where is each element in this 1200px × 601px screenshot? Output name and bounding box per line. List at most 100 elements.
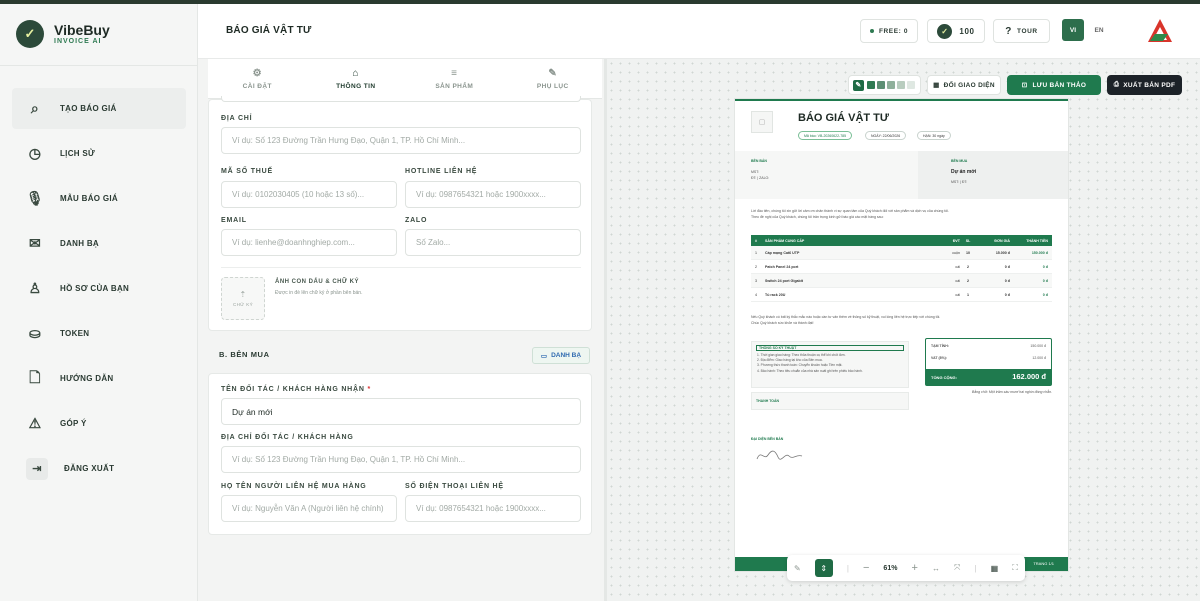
row-price: 15.000 đ — [995, 250, 1010, 255]
col-price: ĐƠN GIÁ — [994, 238, 1010, 243]
grid-view-icon[interactable]: ▦ — [991, 564, 999, 573]
book-icon: ▭ — [540, 352, 548, 360]
layout-icon: ▦ — [933, 82, 940, 89]
sidebar-item-2[interactable]: 🎙 MẪU BÁO GIÁ — [12, 178, 186, 219]
vat-value: 12.000 đ — [1032, 356, 1046, 360]
tax-code-input[interactable]: Ví dụ: 0102030405 (10 hoặc 13 số)... — [221, 181, 397, 208]
zoom-out-icon[interactable]: − — [863, 562, 869, 574]
form-tabs: ⚙ CÀI ĐẶT ⌂ THÔNG TIN ≡ SẢN PHẨM ✎ PHỤ LỤC — [208, 59, 602, 99]
contact-phone-label: SỐ ĐIỆN THOẠI LIÊN HỆ — [405, 483, 504, 490]
contacts-button[interactable]: ▭ DANH BẠ — [532, 347, 590, 364]
tab-label: CÀI ĐẶT — [242, 82, 272, 90]
export-pdf-label: XUẤT BẢN PDF — [1123, 81, 1176, 89]
sidebar-item-3[interactable]: ✉ DANH BẠ — [12, 223, 186, 264]
export-pdf-button[interactable]: ⎙ XUẤT BẢN PDF — [1107, 75, 1182, 95]
lang-en-button[interactable]: EN — [1088, 19, 1110, 41]
terms-list: 1. Thời gian giao hàng: Theo thỏa thuận … — [757, 353, 863, 374]
brand[interactable]: ✓ VibeBuy INVOICE AI — [16, 20, 110, 48]
row-qty: 1 — [967, 292, 969, 297]
zoom-in-icon[interactable]: + — [911, 562, 917, 574]
sidebar-item-6[interactable]: 🗋 HƯỚNG DẪN — [12, 358, 186, 399]
tab-3[interactable]: ✎ PHỤ LỤC — [504, 59, 603, 98]
divider — [0, 65, 198, 66]
fit-page-icon[interactable]: ⤧ — [954, 563, 960, 573]
grand-total-label: TỔNG CỘNG: — [931, 375, 957, 380]
sidebar-item-7[interactable]: ⚠ GÓP Ý — [12, 403, 186, 444]
tab-2[interactable]: ≡ SẢN PHẨM — [405, 59, 504, 98]
color-swatch[interactable] — [897, 81, 905, 89]
col-product: SẢN PHẨM CUNG CẤP — [765, 238, 805, 243]
zoom-level: 61% — [883, 564, 898, 572]
invoice-intro-2: Theo đề nghị của Quý khách, chúng tôi tr… — [751, 215, 884, 219]
sidebar-item-label: GÓP Ý — [60, 419, 87, 428]
color-swatches — [867, 81, 917, 89]
user-icon: ♙ — [28, 280, 42, 296]
token-balance-button[interactable]: ✓ 100 — [927, 19, 985, 43]
partner-name-input[interactable]: Dự án mới — [221, 398, 581, 425]
contact-person-input[interactable]: Ví dụ: Nguyễn Văn A (Người liên hệ chính… — [221, 495, 397, 522]
table-body: 1 Cáp mạng Cat6 UTP cuộn 10 15.000 đ 150.000 … — [751, 246, 1052, 302]
change-layout-label: ĐỔI GIAO DIỆN — [943, 81, 995, 89]
company-logo-icon[interactable] — [1146, 17, 1174, 45]
invoice-page: ▢ BÁO GIÁ VẬT TƯ Mã báo: VB-20260622-785… — [735, 99, 1068, 571]
color-swatch[interactable] — [887, 81, 895, 89]
email-input[interactable]: Ví dụ: lienhe@doanhnghiep.com... — [221, 229, 397, 256]
warning-icon: ⚠ — [28, 415, 42, 431]
pen-tool-icon[interactable]: ✎ — [794, 564, 801, 573]
invoice-preview-area: ✎ ▦ ĐỔI GIAO DIỆN ⊡ LƯU BẢN THẢO ⎙ XUẤT BẢN… — [604, 59, 1200, 601]
brand-name: VibeBuy — [54, 22, 110, 38]
hotline-input[interactable]: Ví dụ: 0987654321 hoặc 1900xxxx... — [405, 181, 581, 208]
terms-heading[interactable]: THÔNG SỐ KỸ THUẬT — [756, 345, 904, 351]
lang-vi-button[interactable]: VI — [1062, 19, 1084, 41]
save-draft-button[interactable]: ⊡ LƯU BẢN THẢO — [1007, 75, 1101, 95]
partner-name-label-text: TÊN ĐỐI TÁC / KHÁCH HÀNG NHẬN — [221, 386, 365, 393]
tour-button[interactable]: ? TOUR — [993, 19, 1050, 43]
change-layout-button[interactable]: ▦ ĐỔI GIAO DIỆN — [927, 75, 1001, 95]
color-swatch[interactable] — [907, 81, 915, 89]
coins-icon: ⛀ — [28, 325, 42, 341]
color-theme-picker[interactable]: ✎ — [848, 75, 921, 95]
free-credits-badge[interactable]: FREE: 0 — [860, 19, 918, 43]
buyer-panel — [918, 151, 1068, 199]
invoice-validity-badge: HẠN: 30 ngày — [917, 131, 951, 140]
sidebar-item-4[interactable]: ♙ HỒ SƠ CỦA BẠN — [12, 268, 186, 309]
fit-width-icon[interactable]: ↔ — [932, 564, 940, 573]
col-index: # — [755, 238, 757, 243]
toolbar-divider: | — [846, 563, 849, 573]
color-swatch[interactable] — [877, 81, 885, 89]
grand-total-value: 162.000 đ — [1012, 372, 1046, 381]
table-header: # SẢN PHẨM CUNG CẤP ĐVT SL ĐƠN GIÁ THÀNH… — [751, 235, 1052, 246]
pan-tool-icon[interactable]: ⇕ — [814, 559, 833, 577]
row-index: 3 — [755, 278, 757, 283]
row-index: 1 — [755, 250, 757, 255]
zalo-input[interactable]: Số Zalo... — [405, 229, 581, 256]
tax-code-label: MÃ SỐ THUẾ — [221, 168, 273, 175]
color-swatch[interactable] — [867, 81, 875, 89]
row-index: 2 — [755, 264, 757, 269]
language-switch: VI EN — [1062, 19, 1112, 43]
row-unit: cái — [955, 264, 960, 269]
tab-0[interactable]: ⚙ CÀI ĐẶT — [208, 59, 307, 98]
row-total: 0 đ — [1042, 292, 1048, 297]
col-qty: SL — [965, 238, 971, 243]
stamp-upload-button[interactable]: ⇡ CHỮ KÝ — [221, 277, 265, 320]
partner-address-input[interactable]: Ví dụ: Số 123 Đường Trần Hưng Đạo, Quận … — [221, 446, 581, 473]
contact-phone-input[interactable]: Ví dụ: 0987654321 hoặc 1900xxxx... — [405, 495, 581, 522]
invoice-title: BÁO GIÁ VẬT TƯ — [798, 112, 890, 124]
row-total: 150.000 đ — [1031, 250, 1048, 255]
token-coin-icon: ✓ — [937, 23, 953, 39]
sidebar-item-8[interactable]: ⇥ ĐĂNG XUẤT — [12, 448, 186, 489]
sidebar-item-1[interactable]: ◷ LỊCH SỬ — [12, 133, 186, 174]
sidebar-item-5[interactable]: ⛀ TOKEN — [12, 313, 186, 354]
invoice-logo-placeholder-icon[interactable]: ▢ — [751, 111, 773, 133]
sidebar-item-0[interactable]: ⌕ TẠO BÁO GIÁ — [12, 88, 186, 129]
pencil-icon: ✎ — [548, 67, 558, 79]
row-price: 0 đ — [1004, 264, 1010, 269]
upload-label: CHỮ KÝ — [233, 302, 253, 307]
token-count: 100 — [959, 26, 975, 36]
tab-1[interactable]: ⌂ THÔNG TIN — [306, 59, 406, 99]
address-input[interactable]: Ví dụ: Số 123 Đường Trần Hưng Đạo, Quận … — [221, 127, 581, 154]
tab-label: PHỤ LỤC — [536, 82, 569, 90]
fullscreen-icon[interactable]: ⛶ — [1012, 563, 1018, 573]
contacts-icon: ✉ — [28, 235, 42, 251]
